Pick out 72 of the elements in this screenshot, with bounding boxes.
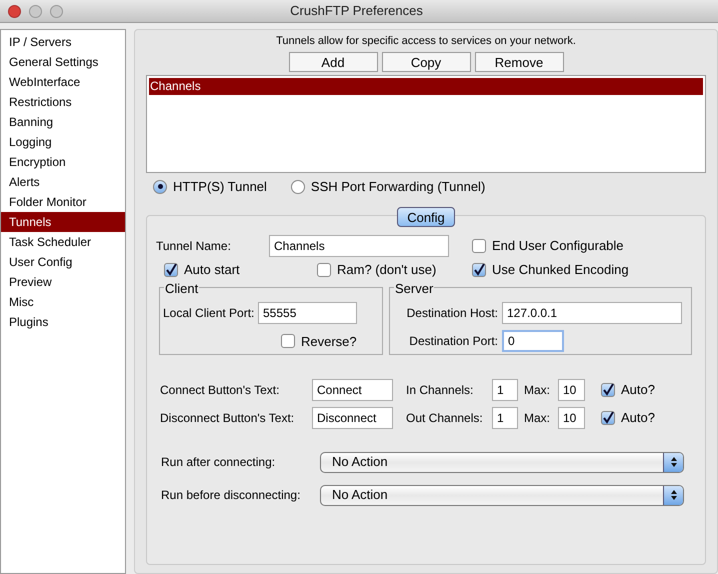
field-label: Max: — [524, 410, 552, 426]
action-dropdown[interactable]: No Action — [320, 484, 684, 506]
sidebar-item[interactable]: Plugins — [1, 312, 125, 332]
close-icon[interactable] — [8, 4, 21, 18]
checkbox[interactable] — [601, 410, 615, 424]
checkmark-icon — [473, 264, 485, 276]
sidebar-item[interactable]: Restrictions — [1, 92, 125, 112]
checkmark-icon — [602, 412, 614, 424]
field-label: Tunnel Name: — [156, 238, 232, 254]
stepper-arrows-icon — [663, 486, 683, 504]
radio-button[interactable] — [153, 180, 167, 194]
action-dropdown[interactable]: No Action — [320, 452, 684, 472]
sidebar-item[interactable]: Folder Monitor — [1, 192, 125, 212]
checkbox-label: Auto? — [621, 380, 655, 399]
radio-button[interactable] — [290, 180, 305, 194]
window-title: CrushFTP Preferences — [290, 2, 423, 20]
tunnel-list-item[interactable]: Channels — [149, 78, 703, 94]
checkbox[interactable] — [164, 262, 178, 276]
text-field[interactable]: 55555 — [258, 302, 357, 324]
checkbox-label: Use Chunked Encoding — [492, 260, 629, 279]
dropdown-value: No Action — [331, 453, 389, 472]
config-tab[interactable]: Config — [397, 206, 455, 226]
text-field[interactable]: Channels — [269, 234, 449, 256]
sidebar-item[interactable]: Task Scheduler — [1, 232, 125, 252]
checkbox[interactable] — [317, 262, 331, 276]
sidebar-item[interactable]: Banning — [1, 112, 125, 132]
text-field[interactable]: 1 — [492, 406, 518, 428]
text-field[interactable]: 10 — [558, 378, 585, 400]
sidebar-item[interactable]: Preview — [1, 272, 125, 292]
field-label: Disconnect Button's Text: — [160, 410, 296, 426]
field-label: Destination Host: — [406, 304, 499, 322]
sidebar-item[interactable]: Tunnels — [1, 212, 125, 232]
sidebar-item[interactable]: User Config — [1, 252, 125, 272]
checkbox-label: Ram? (don't use) — [337, 260, 436, 279]
checkbox-label: End User Configurable — [492, 236, 624, 255]
radio-label: SSH Port Forwarding (Tunnel) — [310, 178, 486, 196]
sidebar-item[interactable]: Logging — [1, 132, 125, 152]
description-text: Tunnels allow for specific access to services on your network. — [276, 34, 576, 49]
sidebar-item[interactable]: Encryption — [1, 152, 125, 172]
text-field[interactable]: 10 — [558, 406, 585, 428]
checkbox[interactable] — [281, 334, 295, 348]
field-label: Run before disconnecting: — [161, 487, 302, 504]
text-field[interactable]: Connect — [312, 378, 393, 400]
text-field[interactable]: 0 — [502, 330, 564, 352]
checkmark-icon — [165, 264, 177, 276]
toolbar-button[interactable]: Copy — [382, 52, 470, 72]
field-label: Destination Port: — [408, 332, 499, 350]
sidebar-item[interactable]: Misc — [1, 292, 125, 312]
checkbox[interactable] — [472, 262, 486, 276]
stepper-arrows-icon — [663, 452, 683, 472]
field-label: Out Channels: — [406, 410, 484, 426]
checkbox-label: Auto start — [184, 260, 240, 279]
text-field[interactable]: 1 — [492, 378, 518, 400]
sidebar-item[interactable]: Alerts — [1, 172, 125, 192]
toolbar-button[interactable]: Add — [288, 52, 378, 72]
dropdown-value: No Action — [331, 486, 389, 504]
checkbox[interactable] — [601, 382, 615, 396]
sidebar-item[interactable]: IP / Servers — [1, 32, 125, 52]
sidebar-item[interactable]: General Settings — [1, 52, 125, 72]
field-label: Max: — [524, 382, 552, 398]
checkbox-label: Auto? — [621, 408, 655, 427]
text-field[interactable]: 127.0.0.1 — [502, 302, 682, 324]
checkmark-icon — [602, 384, 614, 396]
field-label: Run after connecting: — [161, 454, 276, 471]
radio-label: HTTP(S) Tunnel — [173, 178, 267, 196]
text-field[interactable]: Disconnect — [312, 406, 393, 428]
sidebar-item[interactable]: WebInterface — [1, 72, 125, 92]
field-label: Connect Button's Text: — [160, 382, 280, 398]
checkbox-label: Reverse? — [301, 332, 357, 350]
field-label: In Channels: — [406, 382, 474, 398]
checkbox[interactable] — [472, 238, 486, 252]
toolbar-button[interactable]: Remove — [474, 52, 564, 72]
